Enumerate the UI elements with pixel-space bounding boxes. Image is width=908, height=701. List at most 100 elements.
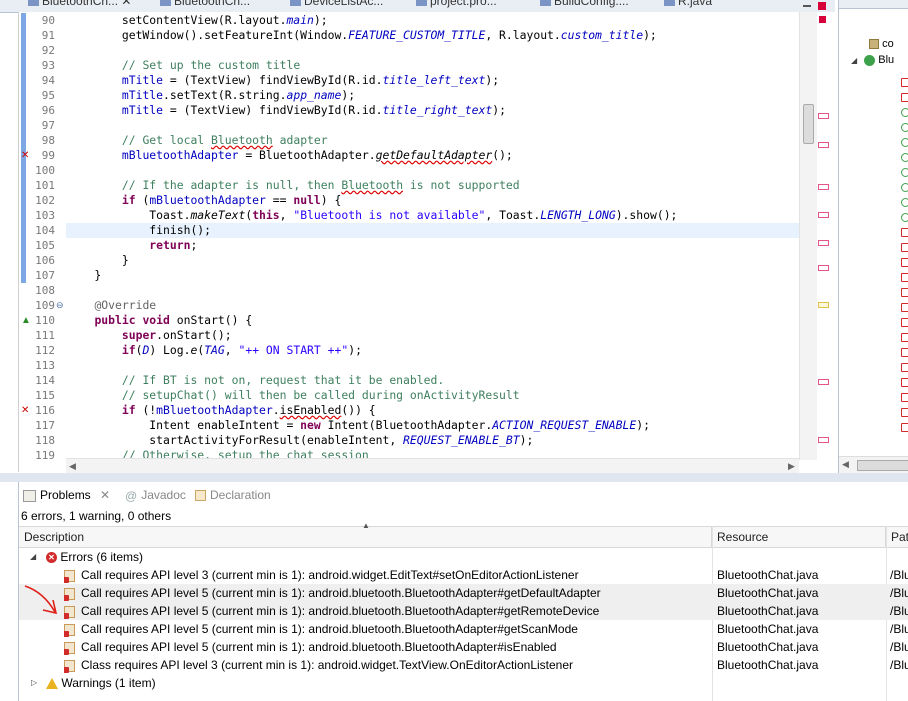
- table-row[interactable]: Call requires API level 5 (current min i…: [19, 602, 908, 620]
- field-icon[interactable]: [901, 93, 908, 102]
- field-icon[interactable]: [901, 348, 908, 357]
- code-text[interactable]: if (mBluetoothAdapter == null) {: [67, 193, 341, 208]
- error-marker[interactable]: [818, 379, 829, 385]
- column-path[interactable]: Pat: [886, 527, 908, 547]
- method-icon[interactable]: [901, 123, 908, 132]
- code-line[interactable]: [19, 253, 799, 268]
- expand-arrow-icon[interactable]: ◢: [30, 548, 36, 566]
- code-text[interactable]: // If BT is not on, request that it be e…: [67, 373, 444, 388]
- code-text[interactable]: }: [67, 253, 129, 268]
- table-row[interactable]: Call requires API level 3 (current min i…: [19, 566, 908, 584]
- code-line[interactable]: [19, 163, 799, 178]
- scrollbar-thumb[interactable]: [803, 104, 814, 144]
- editor-tab[interactable]: DeviceListAc...: [290, 0, 383, 10]
- code-text[interactable]: return;: [67, 238, 197, 253]
- group-row-warnings[interactable]: ▷ Warnings (1 item): [19, 674, 908, 692]
- code-text[interactable]: // If the adapter is null, then Bluetoot…: [67, 178, 520, 193]
- code-text[interactable]: public void onStart() {: [67, 313, 252, 328]
- outline-item-import[interactable]: co: [869, 38, 894, 50]
- outline-item-class[interactable]: ◢ Blu: [851, 54, 894, 66]
- field-icon[interactable]: [901, 318, 908, 327]
- code-text[interactable]: }: [67, 268, 101, 283]
- code-line[interactable]: [19, 358, 799, 373]
- field-icon[interactable]: [901, 288, 908, 297]
- error-marker[interactable]: [818, 142, 829, 148]
- error-marker[interactable]: [818, 265, 829, 271]
- field-icon[interactable]: [901, 273, 908, 282]
- code-text[interactable]: @Override: [67, 298, 156, 313]
- scroll-left-icon[interactable]: ◀: [69, 459, 76, 473]
- editor-tab[interactable]: BuildConfig....: [540, 0, 629, 10]
- field-icon[interactable]: [901, 333, 908, 342]
- method-icon[interactable]: [901, 213, 908, 222]
- code-line[interactable]: [19, 43, 799, 58]
- field-icon[interactable]: [901, 378, 908, 387]
- code-text[interactable]: finish();: [67, 223, 211, 238]
- code-text[interactable]: mTitle = (TextView) findViewById(R.id.ti…: [67, 73, 499, 88]
- method-icon[interactable]: [901, 168, 908, 177]
- code-text[interactable]: // Set up the custom title: [67, 58, 300, 73]
- editor-tab[interactable]: R.java: [664, 0, 712, 10]
- method-icon[interactable]: [901, 198, 908, 207]
- editor-tab[interactable]: project.pro...: [416, 0, 497, 10]
- scroll-thumb[interactable]: [857, 460, 908, 471]
- field-icon[interactable]: [901, 303, 908, 312]
- column-description[interactable]: Description: [19, 527, 712, 547]
- tab-problems[interactable]: Problems ✕: [23, 486, 110, 504]
- field-icon[interactable]: [901, 243, 908, 252]
- error-marker[interactable]: [818, 437, 829, 443]
- table-row[interactable]: Call requires API level 5 (current min i…: [19, 620, 908, 638]
- tab-javadoc[interactable]: @ Javadoc: [125, 486, 186, 504]
- code-text[interactable]: startActivityForResult(enableIntent, REQ…: [67, 433, 533, 448]
- collapsed-arrow-icon[interactable]: ▷: [31, 674, 37, 692]
- method-icon[interactable]: [901, 183, 908, 192]
- field-icon[interactable]: [901, 393, 908, 402]
- code-text[interactable]: if(D) Log.e(TAG, "++ ON START ++");: [67, 343, 362, 358]
- method-icon[interactable]: [901, 108, 908, 117]
- close-icon[interactable]: ✕: [100, 488, 110, 502]
- code-text[interactable]: setContentView(R.layout.main);: [67, 13, 328, 28]
- error-summary-icon[interactable]: [819, 16, 826, 23]
- field-icon[interactable]: [901, 78, 908, 87]
- maximize-icon[interactable]: [818, 2, 826, 10]
- column-resource[interactable]: Resource: [712, 527, 886, 547]
- table-row[interactable]: Class requires API level 3 (current min …: [19, 656, 908, 674]
- override-arrow-icon[interactable]: ▲: [21, 313, 31, 328]
- outline-horizontal-scrollbar[interactable]: ◀: [839, 456, 908, 473]
- code-text[interactable]: Toast.makeText(this, "Bluetooth is not a…: [67, 208, 677, 223]
- method-icon[interactable]: [901, 138, 908, 147]
- field-icon[interactable]: [901, 228, 908, 237]
- code-text[interactable]: // Get local Bluetooth adapter: [67, 133, 328, 148]
- horizontal-scrollbar[interactable]: ◀ ▶: [66, 458, 799, 473]
- group-row-errors[interactable]: ◢ ✕ Errors (6 items): [19, 548, 908, 566]
- code-line[interactable]: [19, 268, 799, 283]
- code-text[interactable]: // setupChat() will then be called durin…: [67, 388, 520, 403]
- collapse-arrow-icon[interactable]: ◢: [851, 56, 857, 65]
- field-icon[interactable]: [901, 258, 908, 267]
- field-icon[interactable]: [901, 423, 908, 432]
- editor-tab[interactable]: BluetoothCh... ✕: [28, 0, 131, 10]
- overview-ruler[interactable]: [817, 12, 836, 460]
- error-marker[interactable]: [818, 212, 829, 218]
- warning-marker[interactable]: [818, 302, 829, 308]
- editor-tab[interactable]: BluetoothCh...: [160, 0, 250, 10]
- code-text[interactable]: super.onStart();: [67, 328, 232, 343]
- problems-table[interactable]: Description Resource Pat ▲ ◢ ✕ Errors (6…: [19, 521, 908, 701]
- code-line[interactable]: [19, 118, 799, 133]
- code-text[interactable]: mBluetoothAdapter = BluetoothAdapter.get…: [67, 148, 513, 163]
- fold-icon[interactable]: ⊖: [56, 298, 64, 313]
- table-row[interactable]: Call requires API level 5 (current min i…: [19, 638, 908, 656]
- error-marker-icon[interactable]: ✕: [21, 148, 29, 163]
- code-text[interactable]: getWindow().setFeatureInt(Window.FEATURE…: [67, 28, 657, 43]
- error-marker[interactable]: [818, 184, 829, 190]
- code-line[interactable]: [19, 283, 799, 298]
- tab-declaration[interactable]: Declaration: [195, 486, 271, 504]
- scroll-right-icon[interactable]: ▶: [788, 459, 795, 473]
- code-text[interactable]: Intent enableIntent = new Intent(Bluetoo…: [67, 418, 650, 433]
- close-icon[interactable]: ✕: [121, 0, 131, 8]
- code-text[interactable]: if (!mBluetoothAdapter.isEnabled()) {: [67, 403, 376, 418]
- field-icon[interactable]: [901, 363, 908, 372]
- error-marker[interactable]: [818, 240, 829, 246]
- table-row[interactable]: Call requires API level 5 (current min i…: [19, 584, 908, 602]
- minimize-icon[interactable]: [803, 5, 811, 7]
